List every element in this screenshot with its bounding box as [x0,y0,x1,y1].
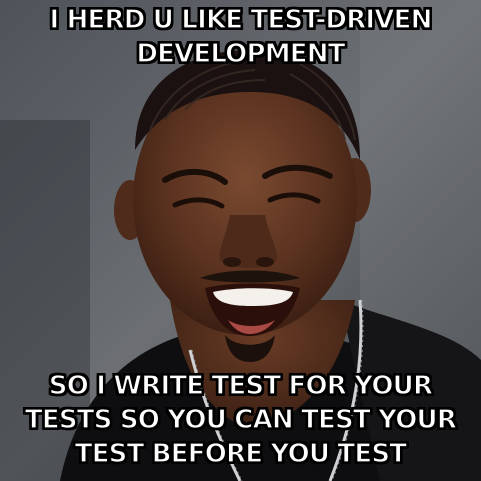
meme-image: I HERD U LIKE TEST-DRIVEN DEVELOPMENT SO… [0,0,481,481]
top-caption: I HERD U LIKE TEST-DRIVEN DEVELOPMENT [49,4,433,69]
bottom-caption: SO I WRITE TEST FOR YOUR TESTS SO YOU CA… [24,370,457,469]
